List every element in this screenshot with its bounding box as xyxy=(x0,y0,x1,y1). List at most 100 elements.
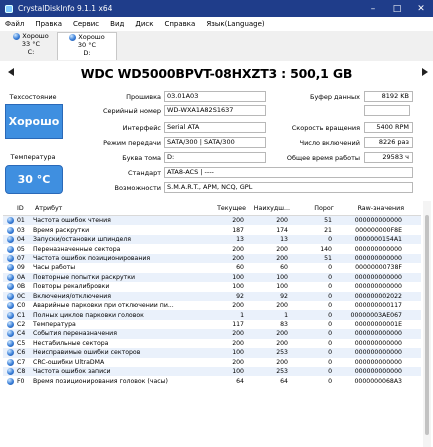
col-id[interactable]: ID xyxy=(17,205,33,212)
menu-service[interactable]: Сервис xyxy=(68,20,105,28)
status-good-icon xyxy=(6,349,14,357)
table-scrollbar[interactable] xyxy=(423,201,431,447)
cell-raw: 000000000000 xyxy=(354,330,402,338)
cell-threshold: 0 xyxy=(328,349,332,357)
status-dot-icon xyxy=(3,264,17,272)
cell-worst: 253 xyxy=(276,368,288,376)
maximize-icon[interactable]: □ xyxy=(385,0,409,17)
buffer-label: Буфер данных xyxy=(309,93,360,101)
cell-worst: 64 xyxy=(280,377,288,385)
disk-title: WDC WD5000BPVT-08HXZT3 : 500,1 GB xyxy=(80,66,353,81)
table-row[interactable]: 01 Частота ошибок чтения 200 200 51 000000000… xyxy=(3,216,421,226)
poweron-hours-label: Общее время работы xyxy=(286,154,360,162)
interface-label: Интерфейс xyxy=(122,124,161,132)
cell-worst: 100 xyxy=(276,273,288,281)
drive-letter: C: xyxy=(27,48,35,56)
cell-worst: 253 xyxy=(276,349,288,357)
cell-threshold: 0 xyxy=(328,358,332,366)
menu-view[interactable]: Вид xyxy=(105,20,130,28)
col-attribute[interactable]: Атрибут xyxy=(33,205,216,212)
table-row[interactable]: 03 Время раскрутки 187 174 21 000000000F8E xyxy=(3,225,421,234)
cell-threshold: 0 xyxy=(328,236,332,244)
cell-current: 1 xyxy=(240,311,244,319)
status-dot-icon xyxy=(3,302,17,310)
table-row[interactable]: 07 Частота ошибок позиционирования 200 200 5… xyxy=(3,253,421,264)
table-row[interactable]: 05 Переназначенные сектора 200 200 140 000000… xyxy=(3,244,421,253)
status-good-icon xyxy=(6,330,14,338)
menu-help[interactable]: Справка xyxy=(159,20,201,28)
menu-edit[interactable]: Правка xyxy=(30,20,68,28)
status-dot-icon xyxy=(3,358,17,366)
cell-id: F0 xyxy=(17,377,25,385)
cell-current: 200 xyxy=(232,358,244,366)
cell-attribute: Включения/отключения xyxy=(33,292,112,300)
table-row[interactable]: C6 Неисправимые ошибки секторов 100 253 0 000… xyxy=(3,348,421,358)
table-row[interactable]: C4 События переназначения 200 200 0 000000000… xyxy=(3,329,421,339)
menu-language[interactable]: Язык(Language) xyxy=(201,20,270,28)
cell-current: 117 xyxy=(232,321,244,329)
cell-threshold: 21 xyxy=(324,226,332,234)
drive-button-d[interactable]: Хорошо 30 °C D: xyxy=(57,32,117,60)
table-row[interactable]: 0A Повторные попытки раскрутки 100 100 0 0000… xyxy=(3,272,421,283)
cell-current: 187 xyxy=(232,226,244,234)
table-row[interactable]: 0B Повторы рекалибровки 100 100 0 00000000000… xyxy=(3,282,421,291)
status-dot-icon xyxy=(3,273,17,281)
col-current[interactable]: Текущее xyxy=(216,205,246,212)
status-good-icon xyxy=(69,33,77,41)
col-raw[interactable]: Raw-значения xyxy=(334,205,412,212)
table-row[interactable]: 04 Запуски/остановки шпинделя 13 13 0 0000000… xyxy=(3,234,421,245)
table-row[interactable]: 0C Включения/отключения 92 92 0 000000002022 xyxy=(3,291,421,301)
cell-id: 0B xyxy=(17,283,26,291)
table-row[interactable]: C1 Полных циклов парковки головок 1 1 0 00000… xyxy=(3,310,421,320)
table-row[interactable]: C2 Температура 117 83 0 00000000001E xyxy=(3,320,421,329)
table-row[interactable]: C8 Частота ошибок записи 100 253 0 0000000000… xyxy=(3,367,421,377)
health-status-button[interactable]: Хорошо xyxy=(5,104,63,139)
minimize-icon[interactable]: – xyxy=(361,0,385,17)
cell-attribute: События переназначения xyxy=(33,330,117,338)
drive-bar: Хорошо 33 °C C: Хорошо 30 °C D: xyxy=(0,31,433,61)
cell-raw: 0000000068A3 xyxy=(354,377,402,385)
cell-raw: 00000000738F xyxy=(355,264,402,272)
menu-file[interactable]: Файл xyxy=(0,20,30,28)
cell-attribute: Температура xyxy=(33,321,76,329)
cell-threshold: 51 xyxy=(324,254,332,262)
cell-raw: 000000000000 xyxy=(354,349,402,357)
status-dot-icon xyxy=(3,339,17,347)
menu-disk[interactable]: Диск xyxy=(130,20,159,28)
drive-button-c[interactable]: Хорошо 33 °C C: xyxy=(2,32,60,59)
cell-worst: 83 xyxy=(280,321,288,329)
cell-id: C2 xyxy=(17,321,26,329)
cell-worst: 200 xyxy=(276,254,288,262)
col-worst[interactable]: Наихудш... xyxy=(246,205,290,212)
cell-id: C7 xyxy=(17,358,26,366)
status-good-icon xyxy=(6,226,14,234)
cell-attribute: Частота ошибок позиционирования xyxy=(33,254,151,262)
cell-raw: 000000002022 xyxy=(354,292,402,300)
col-threshold[interactable]: Порог xyxy=(290,205,334,212)
cell-id: 04 xyxy=(17,236,25,244)
poweron-count-label: Число включений xyxy=(299,139,360,147)
close-icon[interactable]: ✕ xyxy=(409,0,433,17)
main-panel: WDC WD5000BPVT-08HXZT3 : 500,1 GB Техсос… xyxy=(0,61,433,447)
status-dot-icon xyxy=(3,330,17,338)
cell-attribute: Время позиционирования головок (часы) xyxy=(33,377,168,385)
status-dot-icon xyxy=(3,349,17,357)
volume-value: D: xyxy=(164,152,266,163)
table-row[interactable]: C5 Нестабильные сектора 200 200 0 00000000000… xyxy=(3,339,421,348)
scrollbar-thumb[interactable] xyxy=(425,215,429,435)
table-row[interactable]: C0 Аварийные парковки при отключении пи..… xyxy=(3,301,421,310)
status-good-icon xyxy=(6,358,14,366)
status-good-icon xyxy=(6,264,14,272)
buffer-value: 8192 KB xyxy=(364,91,413,102)
table-row[interactable]: C7 CRC-ошибки UltraDMA 200 200 0 000000000000 xyxy=(3,358,421,367)
table-header: ID Атрибут Текущее Наихудш... Порог Raw-… xyxy=(3,201,421,216)
table-row[interactable]: F0 Время позиционирования головок (часы) 6… xyxy=(3,376,421,385)
table-row[interactable]: 09 Часы работы 60 60 0 00000000738F xyxy=(3,263,421,272)
cell-current: 60 xyxy=(236,264,244,272)
status-good-icon xyxy=(6,321,14,329)
cell-raw: 000000000F8E xyxy=(355,226,402,234)
cell-id: 03 xyxy=(17,226,25,234)
cell-raw: 000000000000 xyxy=(354,339,402,347)
drive-temp: 30 °C xyxy=(77,41,97,49)
cell-threshold: 0 xyxy=(328,321,332,329)
